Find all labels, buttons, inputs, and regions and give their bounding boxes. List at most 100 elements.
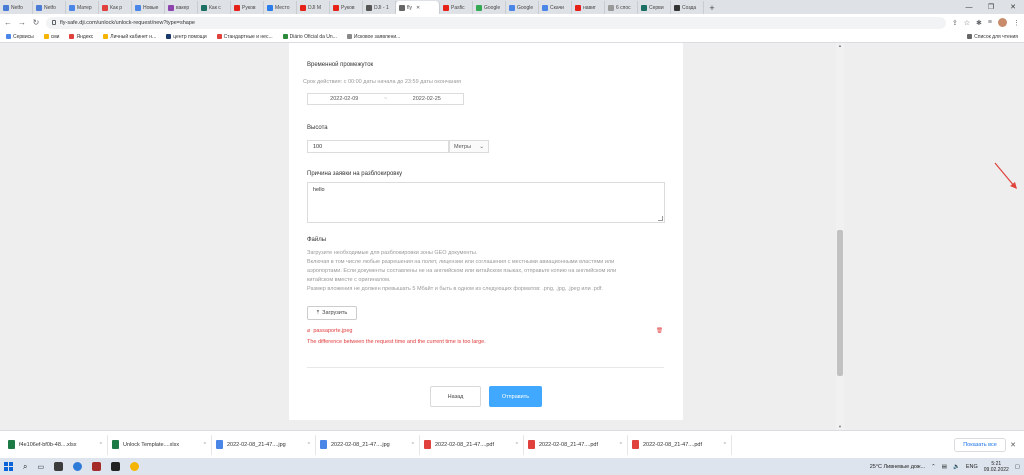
menu-icon[interactable]: ⋮ — [1013, 19, 1020, 27]
files-label: Файлы — [307, 237, 327, 243]
browser-tab[interactable]: Серви — [638, 1, 671, 14]
scroll-up-icon[interactable]: ▲ — [837, 43, 843, 49]
browser-tab[interactable]: DJI М — [297, 1, 330, 14]
reload-icon[interactable]: ↻ — [32, 18, 40, 27]
search-icon[interactable]: ⌕ — [23, 462, 27, 472]
bookmark-item[interactable]: Яндекс — [69, 34, 93, 40]
browser-tab[interactable]: Созда — [671, 1, 704, 14]
height-input[interactable]: 100 — [307, 140, 449, 153]
tray-chevron-icon[interactable]: ⌃ — [931, 464, 936, 470]
date-end[interactable]: 2022-02-25 — [391, 96, 464, 102]
weather-status[interactable]: 25°C Ливневые дож... — [870, 464, 925, 470]
download-item[interactable]: 2022-02-08_21-47....pdf ⌃ — [420, 434, 524, 455]
windows-start-icon[interactable] — [4, 462, 13, 471]
browser-tab[interactable]: навиг — [572, 1, 605, 14]
scroll-thumb[interactable] — [837, 230, 843, 376]
browser-tab[interactable]: Руков — [231, 1, 264, 14]
close-icon[interactable]: ✕ — [1006, 441, 1020, 449]
uploaded-file: ⌀ passaporte.jpeg 🗑 — [307, 326, 663, 335]
browser-tab[interactable]: Руков — [330, 1, 363, 14]
file-icon — [424, 440, 431, 449]
download-item[interactable]: 2022-02-08_21-47....jpg ⌃ — [316, 434, 420, 455]
tab-label: Место — [275, 4, 290, 11]
tab-label: Netfo — [11, 4, 23, 11]
back-button[interactable]: Назад — [430, 386, 481, 407]
chevron-up-icon[interactable]: ⌃ — [619, 442, 623, 448]
share-icon[interactable]: ⇪ — [952, 19, 958, 27]
bookmark-item[interactable]: Исковое заявлени... — [346, 34, 400, 40]
bookmark-item[interactable]: Сервисы — [6, 34, 34, 40]
browser-tab[interactable]: Место — [264, 1, 297, 14]
app-icon[interactable] — [92, 462, 102, 471]
reason-textarea[interactable]: hello — [307, 182, 665, 223]
reading-list[interactable]: Список для чтения — [967, 34, 1018, 40]
trash-icon[interactable]: 🗑 — [656, 328, 663, 334]
browser-tab[interactable]: Google — [506, 1, 539, 14]
task-view-icon[interactable]: ▭ — [37, 463, 44, 471]
browser-tab[interactable]: Матер — [66, 1, 99, 14]
bookmark-item[interactable]: Diário Oficial da Un... — [282, 34, 337, 40]
file-explorer-icon[interactable] — [54, 462, 64, 471]
browser-tab[interactable]: fly ✕ — [396, 1, 440, 14]
chevron-up-icon[interactable]: ⌃ — [307, 442, 311, 448]
browser-tab[interactable]: Netfo — [0, 1, 33, 14]
browser-tab[interactable]: Новые — [132, 1, 165, 14]
download-item[interactable]: 2022-02-08_21-47....pdf ⌃ — [628, 434, 732, 455]
close-tab-icon[interactable]: ✕ — [416, 5, 420, 11]
download-item[interactable]: 2022-02-08_21-47....pdf ⌃ — [524, 434, 628, 455]
page-scrollbar[interactable]: ▲ ▼ — [836, 43, 844, 430]
browser-tab[interactable]: 6 спос — [605, 1, 638, 14]
chrome-icon[interactable] — [130, 462, 140, 471]
chevron-up-icon[interactable]: ⌃ — [99, 442, 103, 448]
resize-grip-icon[interactable] — [658, 216, 663, 221]
browser-tab[interactable]: Скачи — [539, 1, 572, 14]
chevron-up-icon[interactable]: ⌃ — [203, 442, 207, 448]
submit-button[interactable]: Отправить — [489, 386, 542, 407]
favicon-icon — [542, 4, 548, 11]
download-item[interactable]: 2022-02-08_21-47....jpg ⌃ — [212, 434, 316, 455]
chevron-up-icon[interactable]: ⌃ — [723, 442, 727, 448]
file-icon — [8, 440, 15, 449]
profile-avatar[interactable] — [998, 18, 1007, 27]
browser-tab[interactable]: Google — [473, 1, 506, 14]
new-tab-button[interactable]: + — [704, 1, 720, 14]
download-item[interactable]: Unlock Template....xlsx ⌃ — [108, 434, 212, 455]
close-icon[interactable]: ✕ — [1002, 0, 1024, 14]
browser-tab[interactable]: Netfo — [33, 1, 66, 14]
extensions-icon[interactable]: ✱ — [976, 19, 982, 27]
browser-tab[interactable]: Pasfic — [440, 1, 473, 14]
forward-arrow-icon[interactable]: → — [18, 18, 26, 27]
download-item[interactable]: f4e106ef-bf0b-48....xlsx ⌃ — [4, 434, 108, 455]
url-field[interactable]: fly-safe.dji.com/unlock/unlock-request/n… — [46, 16, 946, 29]
file-name-link[interactable]: passaporte.jpeg — [313, 328, 352, 334]
volume-icon[interactable]: 🔈 — [953, 464, 960, 470]
show-all-downloads-button[interactable]: Показать все — [954, 437, 1006, 452]
network-icon[interactable]: ▤ — [942, 464, 947, 470]
download-name: f4e106ef-bf0b-48....xlsx — [19, 441, 77, 448]
browser-tab[interactable]: Как р — [99, 1, 132, 14]
minimize-icon[interactable]: — — [958, 0, 980, 14]
back-arrow-icon[interactable]: ← — [4, 18, 12, 27]
bookmark-item[interactable]: Личный кабинет н... — [103, 34, 156, 40]
browser-tab[interactable]: Как с — [198, 1, 231, 14]
star-icon[interactable]: ☆ — [964, 19, 970, 27]
notifications-icon[interactable]: ▢ — [1015, 464, 1020, 470]
browser-tab[interactable]: DJI - 1 — [363, 1, 396, 14]
bookmark-item[interactable]: Стандартные и нес... — [216, 34, 273, 40]
date-start[interactable]: 2022-02-09 — [308, 96, 381, 102]
language-indicator[interactable]: ENG — [966, 464, 978, 470]
unit-select[interactable]: Метры ⌄ — [449, 140, 489, 153]
edge-icon[interactable] — [73, 462, 83, 471]
maximize-icon[interactable]: ❐ — [980, 0, 1002, 14]
favicon-icon — [135, 4, 141, 11]
bookmark-item[interactable]: сми — [43, 34, 59, 40]
clock[interactable]: 5:21 09.02.2022 — [984, 461, 1009, 473]
date-range-picker[interactable]: 2022-02-09 ~ 2022-02-25 — [307, 93, 464, 105]
chevron-up-icon[interactable]: ⌃ — [411, 442, 415, 448]
app-icon[interactable] — [111, 462, 121, 471]
chevron-up-icon[interactable]: ⌃ — [515, 442, 519, 448]
browser-tab[interactable]: вакер — [165, 1, 198, 14]
upload-button[interactable]: ⤒ Загрузить — [307, 306, 357, 320]
bookmark-item[interactable]: центр помощи — [166, 34, 207, 40]
reading-mode-icon[interactable]: ≡ — [988, 19, 992, 26]
